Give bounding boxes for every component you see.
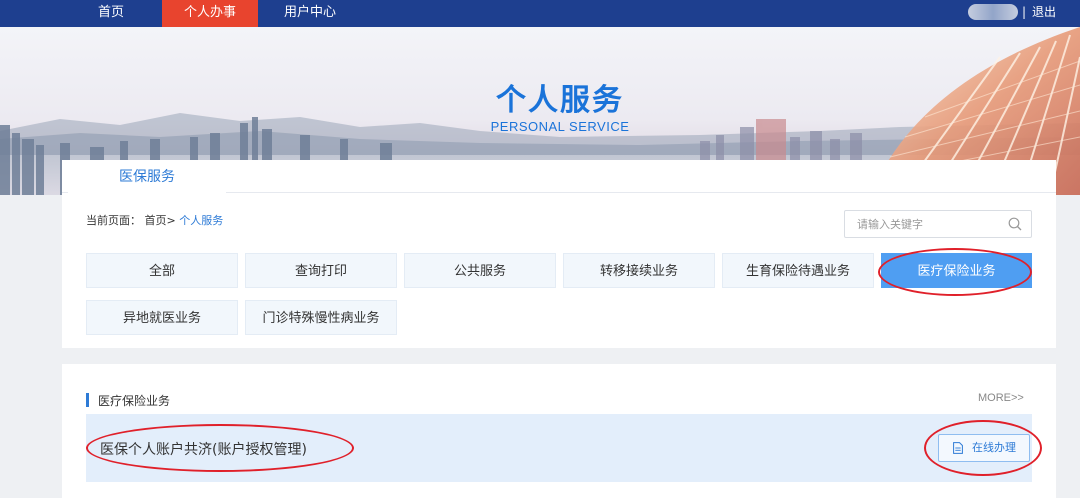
search-icon[interactable] (1008, 217, 1022, 231)
banner-subtitle: PERSONAL SERVICE (490, 119, 630, 134)
nav-item-home[interactable]: 首页 (78, 0, 144, 27)
list-item[interactable]: 医保个人账户共济(账户授权管理) 在线办理 (86, 414, 1032, 482)
category-maternity-insurance[interactable]: 生育保险待遇业务 (722, 253, 874, 288)
banner-title: 个人服务 (496, 83, 624, 118)
avatar[interactable] (968, 4, 1018, 20)
breadcrumb-current: 个人服务 (179, 214, 224, 227)
category-transfer[interactable]: 转移接续业务 (563, 253, 715, 288)
online-handle-button[interactable]: 在线办理 (938, 434, 1030, 462)
nav-item-personal-affairs[interactable]: 个人办事 (162, 0, 258, 27)
breadcrumb-prefix: 当前页面： (86, 214, 141, 227)
breadcrumb-home[interactable]: 首页> (145, 214, 176, 227)
service-list-panel: 医疗保险业务 MORE>> 医保个人账户共济(账户授权管理) 在线办理 (62, 364, 1056, 498)
category-query-print[interactable]: 查询打印 (245, 253, 397, 288)
logout-link[interactable]: | 退出 (1022, 0, 1056, 27)
online-handle-label: 在线办理 (972, 441, 1016, 454)
category-public-service[interactable]: 公共服务 (404, 253, 556, 288)
search-input[interactable] (845, 211, 995, 237)
more-link[interactable]: MORE>> (978, 392, 1024, 404)
category-offsite-medical[interactable]: 异地就医业务 (86, 300, 238, 335)
service-item-name[interactable]: 医保个人账户共济(账户授权管理) (100, 439, 307, 459)
logout-label: 退出 (1032, 5, 1057, 19)
document-icon (953, 442, 963, 454)
tab-medical-insurance-service[interactable]: 医保服务 (68, 160, 226, 194)
nav-item-user-center[interactable]: 用户中心 (270, 0, 350, 27)
breadcrumb: 当前页面： 首页> 个人服务 (86, 212, 223, 228)
category-outpatient-chronic[interactable]: 门诊特殊慢性病业务 (245, 300, 397, 335)
tab-strip: 医保服务 (62, 160, 1056, 194)
category-all[interactable]: 全部 (86, 253, 238, 288)
section-title: 医疗保险业务 (98, 394, 171, 408)
service-filter-panel: 医保服务 当前页面： 首页> 个人服务 全部 查询打印 公共服务 转移接续业务 … (62, 160, 1056, 348)
search-box (844, 210, 1032, 238)
top-nav-bar: 首页 个人办事 用户中心 | 退出 (0, 0, 1080, 27)
section-marker (86, 393, 89, 407)
category-medical-insurance[interactable]: 医疗保险业务 (881, 253, 1032, 288)
